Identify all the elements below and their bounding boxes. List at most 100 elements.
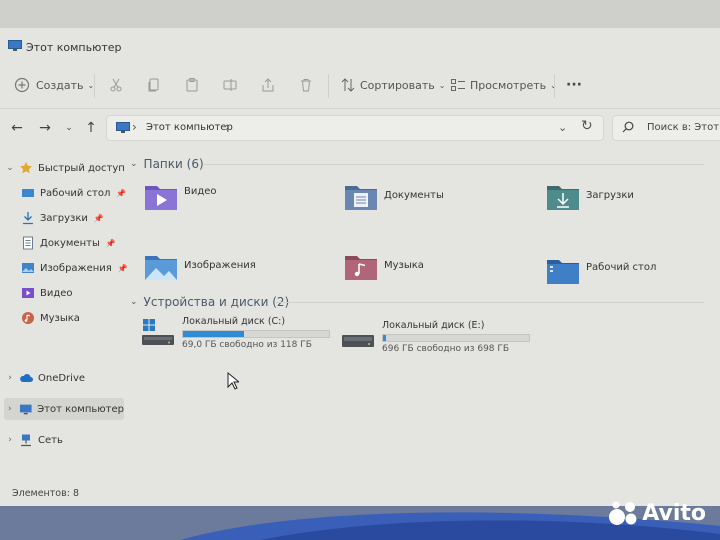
folder-label: Изображения — [184, 260, 256, 271]
chevron-down-icon[interactable]: ⌄ — [130, 159, 138, 169]
share-button[interactable] — [260, 74, 276, 96]
sidebar-item-network[interactable]: › Сеть — [4, 429, 63, 451]
address-bar[interactable]: › Этот компьютер › ⌄ ↻ — [106, 115, 604, 141]
group-divider — [204, 164, 704, 165]
sidebar-item-downloads[interactable]: Загрузки 📌 — [18, 207, 104, 229]
address-history-chevron-icon[interactable]: ⌄ — [558, 121, 567, 134]
folders-group-title: Папки (6) — [143, 157, 204, 171]
sidebar-item-label: Рабочий стол — [40, 187, 111, 199]
sidebar-item-quick-access[interactable]: ⌄ Быстрый доступ — [4, 157, 125, 179]
new-button[interactable]: Создать ⌄ — [14, 74, 94, 96]
windows-drive-icon — [142, 319, 174, 345]
folder-documents[interactable]: Документы — [344, 182, 534, 216]
folder-label: Рабочий стол — [586, 262, 657, 273]
pin-icon[interactable]: 📌 — [118, 264, 128, 273]
chevron-right-icon[interactable]: › — [4, 435, 16, 445]
copy-icon — [148, 78, 159, 92]
chevron-down-icon[interactable]: ⌄ — [4, 163, 16, 173]
drives-group-header[interactable]: ⌄ Устройства и диски (2) — [130, 292, 289, 312]
folder-pictures[interactable]: Изображения — [144, 252, 334, 286]
drive-usage-bar — [382, 334, 530, 342]
drive-usage-fill — [183, 331, 245, 337]
drive-usage-fill — [383, 335, 386, 341]
plus-circle-icon — [14, 77, 30, 93]
folders-group-header[interactable]: ⌄ Папки (6) — [130, 154, 204, 174]
drive-c[interactable]: Локальный диск (C:) 69,0 ГБ свободно из … — [142, 316, 342, 360]
toolbar-divider — [328, 74, 329, 98]
title-bar: Этот компьютер — [0, 28, 720, 64]
chevron-right-icon[interactable]: › — [4, 404, 16, 414]
desktop-folder-icon — [547, 260, 579, 284]
item-count: Элементов: 8 — [12, 488, 79, 499]
sidebar-item-videos[interactable]: Видео — [18, 282, 73, 304]
chevron-down-icon: ⌄ — [438, 80, 446, 90]
forward-arrow-icon[interactable]: → — [36, 119, 54, 137]
group-divider — [276, 302, 704, 303]
view-label: Просмотреть — [470, 78, 547, 92]
pictures-folder-icon — [145, 256, 177, 280]
trash-icon — [301, 79, 311, 92]
sidebar-item-label: Сеть — [38, 434, 63, 446]
file-explorer-window: Этот компьютер Создать ⌄ Сортировать ⌄ П… — [0, 28, 720, 506]
copy-button[interactable] — [146, 74, 162, 96]
breadcrumb-this-pc[interactable]: Этот компьютер — [146, 122, 233, 133]
recent-locations-chevron-icon[interactable]: ⌄ — [60, 119, 78, 137]
drives-group-title: Устройства и диски (2) — [143, 295, 290, 309]
sidebar-item-label: Видео — [40, 287, 73, 299]
sidebar-item-desktop[interactable]: Рабочий стол 📌 — [18, 182, 126, 204]
drive-usage-bar — [182, 330, 330, 338]
view-icon — [451, 79, 465, 91]
sidebar-item-label: Музыка — [40, 312, 80, 324]
sort-button[interactable]: Сортировать ⌄ — [340, 74, 445, 96]
pin-icon[interactable]: 📌 — [106, 239, 116, 248]
view-button[interactable]: Просмотреть ⌄ — [450, 74, 557, 96]
mouse-cursor-icon — [227, 372, 239, 390]
star-icon — [20, 162, 32, 174]
delete-button[interactable] — [298, 74, 314, 96]
search-input[interactable]: Поиск в: Этот ко — [612, 115, 720, 141]
pin-icon[interactable]: 📌 — [94, 214, 104, 223]
download-icon — [23, 212, 33, 225]
sort-label: Сортировать — [360, 78, 435, 92]
rename-button[interactable] — [222, 74, 238, 96]
cloud-icon — [20, 374, 33, 382]
sidebar-item-label: Загрузки — [40, 212, 88, 224]
sidebar-item-label: Быстрый доступ — [38, 162, 125, 174]
drive-name: Локальный диск (C:) — [182, 316, 286, 327]
chevron-down-icon[interactable]: ⌄ — [130, 297, 138, 307]
sidebar-item-onedrive[interactable]: › OneDrive — [4, 367, 85, 389]
folder-downloads[interactable]: Загрузки — [546, 182, 720, 216]
sidebar-item-label: Этот компьютер — [37, 403, 124, 415]
avito-logo-icon — [609, 501, 637, 525]
paste-button[interactable] — [184, 74, 200, 96]
up-arrow-icon[interactable]: ↑ — [82, 119, 100, 137]
refresh-icon[interactable]: ↻ — [581, 118, 593, 134]
chevron-right-icon[interactable]: › — [4, 373, 16, 383]
folder-videos[interactable]: Видео — [144, 182, 334, 216]
more-options-button[interactable]: ··· — [566, 74, 582, 96]
computer-icon — [116, 122, 130, 133]
documents-icon — [23, 236, 33, 250]
back-arrow-icon[interactable]: ← — [8, 119, 26, 137]
desktop-icon — [22, 189, 34, 197]
computer-icon — [8, 40, 22, 51]
hard-drive-icon — [342, 335, 374, 347]
pin-icon[interactable]: 📌 — [116, 189, 126, 198]
drive-e[interactable]: Локальный диск (E:) 696 ГБ свободно из 6… — [342, 320, 542, 364]
folder-music[interactable]: Музыка — [344, 252, 534, 286]
folder-label: Загрузки — [586, 190, 634, 201]
desktop-background-top — [0, 0, 720, 28]
sidebar-item-documents[interactable]: Документы 📌 — [18, 232, 116, 254]
sidebar-item-label: OneDrive — [38, 372, 86, 384]
folder-label: Музыка — [384, 260, 424, 271]
folder-desktop[interactable]: Рабочий стол — [546, 256, 720, 290]
breadcrumb-separator: › — [225, 120, 230, 134]
cut-button[interactable] — [108, 74, 124, 96]
sidebar-item-this-pc[interactable]: › Этот компьютер — [4, 398, 124, 420]
toolbar-divider — [554, 74, 555, 98]
music-folder-icon — [345, 256, 377, 280]
sidebar-item-pictures[interactable]: Изображения 📌 — [18, 257, 128, 279]
navigation-pane: ⌄ Быстрый доступ Рабочий стол 📌 Загрузки… — [0, 148, 128, 488]
sidebar-item-music[interactable]: Музыка — [18, 307, 80, 329]
avito-wordmark: Avito — [642, 500, 706, 526]
